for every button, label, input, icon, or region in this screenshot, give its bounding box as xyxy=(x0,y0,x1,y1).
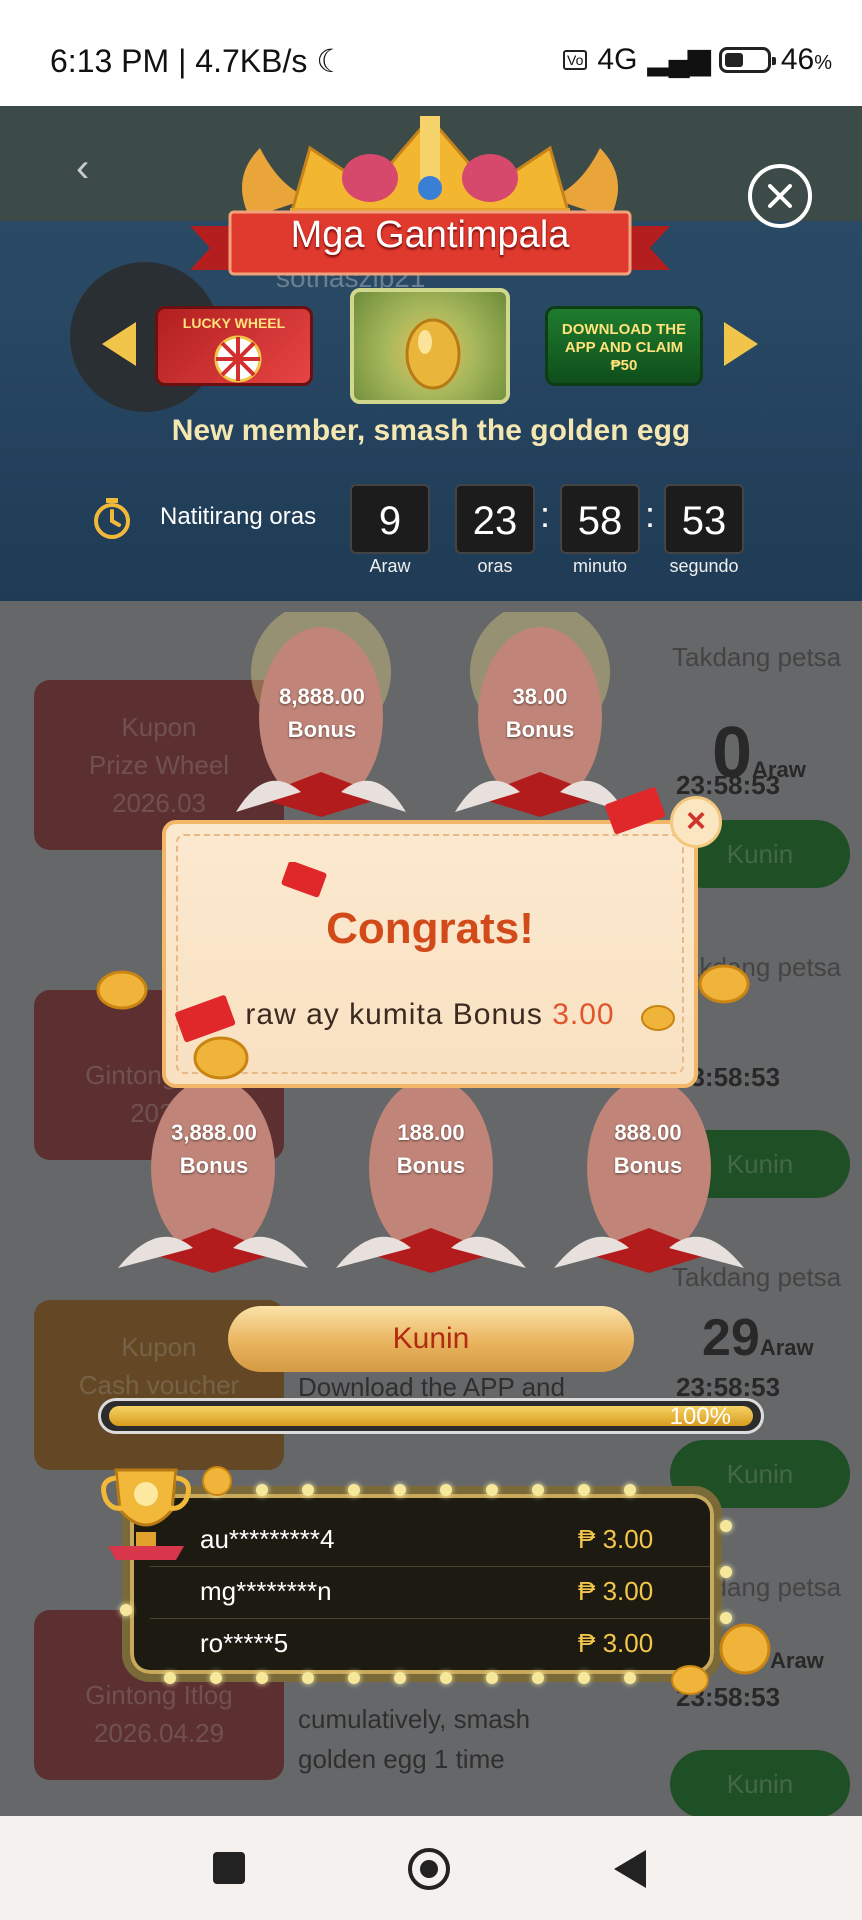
countdown-hours-label: oras xyxy=(477,556,513,576)
egg-bonus-label: 38.00 Bonus xyxy=(505,684,575,742)
gold-coin-icon xyxy=(202,1466,232,1496)
egg-bonus-label: 8,888.00 Bonus xyxy=(279,684,365,742)
egg-bonus-label: 888.00 Bonus xyxy=(613,1120,683,1178)
countdown-minutes: 58 xyxy=(560,484,640,554)
row-divider xyxy=(150,1566,710,1567)
egg-bonus-label: 188.00 Bonus xyxy=(396,1120,466,1178)
system-nav-bar xyxy=(0,1816,862,1920)
gold-coin-icon xyxy=(698,964,750,1004)
volte-icon: Vo xyxy=(563,49,588,70)
winner-amount: ₱ 3.00 xyxy=(578,1524,654,1554)
battery-icon xyxy=(718,46,776,73)
red-envelope-icon xyxy=(605,787,666,835)
row-divider xyxy=(150,1618,710,1619)
winner-amount: ₱ 3.00 xyxy=(578,1628,654,1658)
congrats-title: Congrats! xyxy=(326,904,534,953)
claim-button[interactable]: Kunin xyxy=(228,1306,634,1372)
battery-level: 46% xyxy=(780,42,832,76)
winner-name: mg********n xyxy=(200,1576,332,1606)
status-time-text: 6:13 PM | 4.7KB/s xyxy=(50,43,308,79)
gold-coin-icon xyxy=(193,1036,249,1080)
progress-text: 100% xyxy=(669,1403,731,1430)
popup-close-icon[interactable]: × xyxy=(670,796,722,848)
countdown-seconds: 53 xyxy=(664,484,744,554)
countdown-hours: 23 xyxy=(455,484,535,554)
rewards-title: Mga Gantimpala xyxy=(290,214,570,256)
gold-coin-icon xyxy=(719,1623,771,1675)
winner-amount: ₱ 3.00 xyxy=(578,1576,654,1606)
back-arrow-icon[interactable]: ‹ xyxy=(76,146,89,191)
network-type: 4G xyxy=(597,42,638,76)
gold-coin-icon xyxy=(671,1665,709,1695)
countdown-seconds-label: segundo xyxy=(669,556,739,576)
close-icon[interactable] xyxy=(748,164,812,228)
home-button[interactable] xyxy=(408,1848,450,1890)
trophy-icon xyxy=(101,1468,191,1560)
countdown-days: 9 xyxy=(350,484,430,554)
time-remaining-label: Natitirang oras xyxy=(160,503,317,530)
status-bar: 6:13 PM | 4.7KB/s ☾ Vo 4G ▂▄▆ 46% xyxy=(0,0,862,106)
moon-icon: ☾ xyxy=(316,43,345,79)
signal-icon: ▂▄▆ xyxy=(647,43,710,76)
gold-coin-icon xyxy=(96,970,148,1010)
promo-subtitle: New member, smash the golden egg xyxy=(171,414,691,447)
countdown-separator: : xyxy=(645,494,656,535)
countdown-days-label: Araw xyxy=(369,556,411,576)
timer-icon xyxy=(94,498,130,539)
progress-fill xyxy=(109,1406,753,1426)
carousel-item-download-app[interactable]: DOWNLOAD THE APP AND CLAIM ₱50 xyxy=(545,306,703,386)
back-button[interactable] xyxy=(614,1850,646,1888)
carousel-item-golden-egg[interactable] xyxy=(350,288,510,404)
carousel-prev-icon[interactable] xyxy=(102,322,136,366)
status-time: 6:13 PM | 4.7KB/s ☾ xyxy=(50,42,345,80)
recent-apps-button[interactable] xyxy=(213,1852,245,1884)
wheel-icon xyxy=(214,335,262,383)
gold-coin-icon xyxy=(641,1005,675,1031)
status-indicators: Vo 4G ▂▄▆ 46% xyxy=(563,42,832,77)
progress-bar: 100% xyxy=(98,1398,764,1434)
countdown-separator: : xyxy=(540,494,551,535)
egg-bonus-label: 3,888.00 Bonus xyxy=(171,1120,257,1178)
golden-egg-icon xyxy=(405,318,461,390)
winner-name: au*********4 xyxy=(200,1524,335,1554)
congrats-message: raw ay kumita Bonus 3.00 xyxy=(245,998,615,1031)
carousel-item-lucky-wheel[interactable]: LUCKY WHEEL xyxy=(155,306,313,386)
congrats-popup-border xyxy=(176,834,684,1074)
red-envelope-icon xyxy=(281,862,327,898)
countdown-minutes-label: minuto xyxy=(572,556,628,576)
carousel-next-icon[interactable] xyxy=(724,322,758,366)
winner-name: ro*****5 xyxy=(200,1628,289,1658)
